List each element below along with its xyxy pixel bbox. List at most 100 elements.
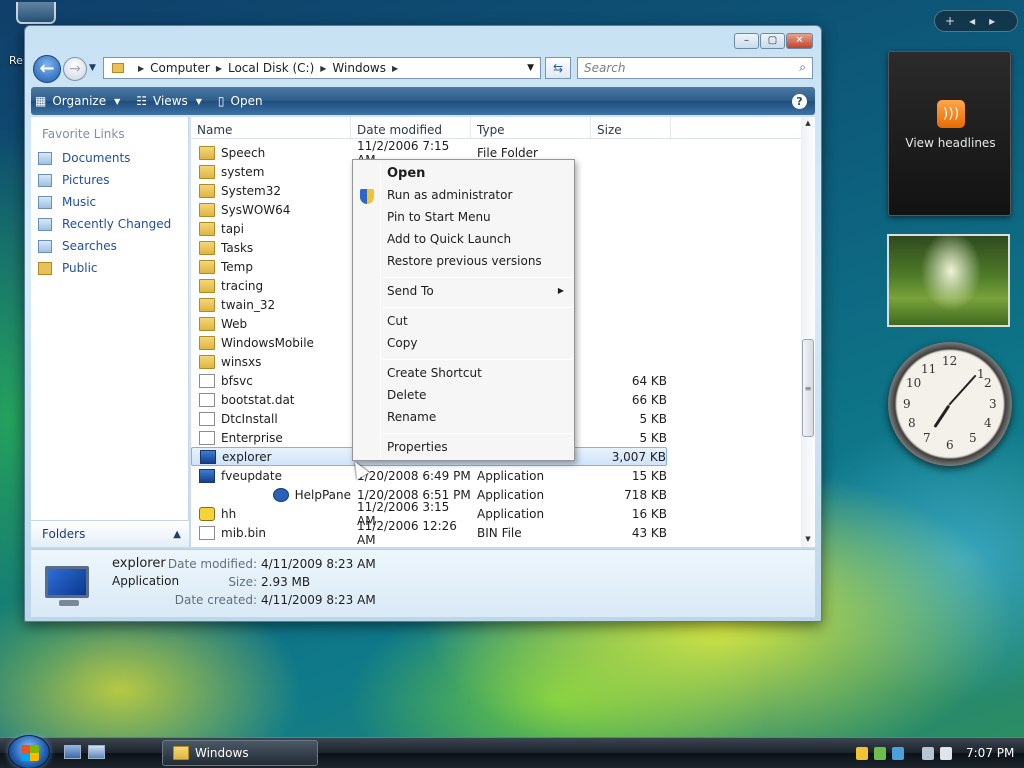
scroll-down-icon[interactable]: ▼ [801,535,815,543]
address-bar[interactable]: ▶ Computer ▶ Local Disk (C:) ▶ Windows ▶… [103,57,541,79]
search-input[interactable]: Search ⌕ [577,57,813,79]
open-button[interactable]: ▯ Open [218,94,263,108]
windows-logo-icon [21,745,39,761]
column-type[interactable]: Type [471,117,591,138]
file-name: hh [221,506,237,521]
back-button[interactable]: ← [33,55,61,83]
menu-item-delete[interactable]: Delete [387,388,426,402]
rss-icon: ))) [937,100,965,128]
views-button[interactable]: ☷ Views ▼ [136,94,202,108]
column-date-modified[interactable]: Date modified [351,117,471,138]
volume-muted-icon[interactable] [940,746,952,760]
menu-item-add-to-quick-launch[interactable]: Add to Quick Launch [387,232,511,246]
file-type: File Folder [477,145,538,160]
chevron-right-icon[interactable]: ▶ [216,64,222,73]
folder-icon [199,316,215,331]
maximize-button[interactable]: ▢ [760,33,785,49]
menu-gutter [380,162,381,458]
file-row[interactable]: mib.bin 11/2/2006 12:26 AM BIN File 43 KB [191,519,667,547]
scroll-thumb[interactable]: ≡ [802,339,814,437]
breadcrumb-computer[interactable]: Computer [150,61,210,75]
nav-link-public[interactable]: Public [38,261,98,275]
help-icon[interactable]: ? [792,93,807,109]
clock-time[interactable]: 7:07 PM [966,746,1014,760]
organize-icon: ▦ [35,94,47,108]
tray-icon[interactable] [892,746,904,760]
menu-item-cut[interactable]: Cut [387,314,408,328]
folder-icon [199,145,215,160]
menu-item-rename[interactable]: Rename [387,410,436,424]
application-icon [41,564,97,608]
nav-link-searches[interactable]: Searches [38,239,117,253]
menu-item-properties[interactable]: Properties [387,440,448,454]
recycle-bin-icon[interactable] [16,2,56,24]
network-icon[interactable] [922,746,934,760]
command-bar: ▦ Organize ▼ ☷ Views ▼ ▯ Open ? [31,87,815,115]
file-icon [199,392,215,407]
recent-pages-dropdown[interactable]: ▼ [89,63,96,73]
menu-item-create-shortcut[interactable]: Create Shortcut [387,366,482,380]
add-gadget-icon[interactable]: + [945,14,955,28]
tray-icon[interactable] [874,746,886,760]
slideshow-gadget[interactable] [887,234,1010,327]
menu-item-run-as-administrator[interactable]: Run as administrator [387,188,512,202]
search-icon[interactable]: ⌕ [799,60,806,75]
next-icon[interactable]: ▸ [989,14,995,28]
column-size[interactable]: Size [591,117,671,138]
feed-headlines-gadget[interactable]: ))) View headlines [888,51,1011,216]
recently-changed-icon [38,217,52,231]
file-name: Tasks [221,240,254,255]
folders-toggle[interactable]: Folders ▲ [31,520,189,547]
nav-link-pictures[interactable]: Pictures [38,173,110,187]
file-name: Web [221,316,248,331]
file-type: Application [477,487,545,502]
application-icon [199,468,215,483]
nav-link-recently-changed[interactable]: Recently Changed [38,217,171,231]
folder-icon [199,259,215,274]
chevron-right-icon[interactable]: ▶ [392,64,398,73]
file-name: tracing [221,278,264,293]
scroll-up-icon[interactable]: ▲ [801,119,815,127]
switch-windows-icon[interactable] [88,745,105,759]
documents-icon [38,151,52,165]
file-row[interactable]: fveupdate 1/20/2008 6:49 PM Application 15 … [191,466,667,485]
file-size: 43 KB [631,525,667,540]
file-name: Speech [221,145,266,160]
folder-icon [38,261,52,275]
folder-icon [199,354,215,369]
chevron-right-icon[interactable]: ▶ [320,64,326,73]
menu-item-restore-previous-versions[interactable]: Restore previous versions [387,254,542,268]
address-dropdown-icon[interactable]: ▼ [527,63,534,73]
menu-item-copy[interactable]: Copy [387,336,417,350]
breadcrumb-local-disk[interactable]: Local Disk (C:) [228,61,314,75]
details-modified-value: 4/11/2009 8:23 AM [261,557,376,571]
details-pane: explorer Application Date modified: 4/11… [31,549,815,617]
forward-button[interactable]: → [63,57,87,81]
nav-link-documents[interactable]: Documents [38,151,130,165]
file-icon [199,525,215,540]
details-created-value: 4/11/2009 8:23 AM [261,593,376,607]
vertical-scrollbar[interactable]: ▲ ≡ ▼ [801,117,815,547]
close-button[interactable]: ✕ [786,33,813,49]
menu-item-pin-to-start-menu[interactable]: Pin to Start Menu [387,210,491,224]
file-name: Enterprise [221,430,283,445]
details-size-label: Size: [228,575,257,589]
menu-item-send-to[interactable]: Send To [387,284,434,298]
menu-item-open[interactable]: Open [387,166,425,181]
start-button[interactable] [8,735,50,768]
show-desktop-icon[interactable] [64,745,81,759]
previous-icon[interactable]: ◂ [969,14,975,28]
column-name[interactable]: Name [191,117,351,138]
organize-button[interactable]: ▦ Organize ▼ [35,94,120,108]
file-type: Application [477,468,545,483]
taskbar-button-windows[interactable]: Windows [162,740,318,766]
nav-link-music[interactable]: Music [38,195,96,209]
refresh-button[interactable]: ⇆ [545,57,571,79]
security-shield-icon[interactable] [856,746,868,760]
file-size: 5 KB [639,430,667,445]
breadcrumb-windows[interactable]: Windows [332,61,386,75]
chevron-right-icon[interactable]: ▶ [138,64,144,73]
minimize-button[interactable]: – [734,33,759,49]
recycle-bin-label: Re [9,54,23,67]
file-size: 5 KB [639,411,667,426]
